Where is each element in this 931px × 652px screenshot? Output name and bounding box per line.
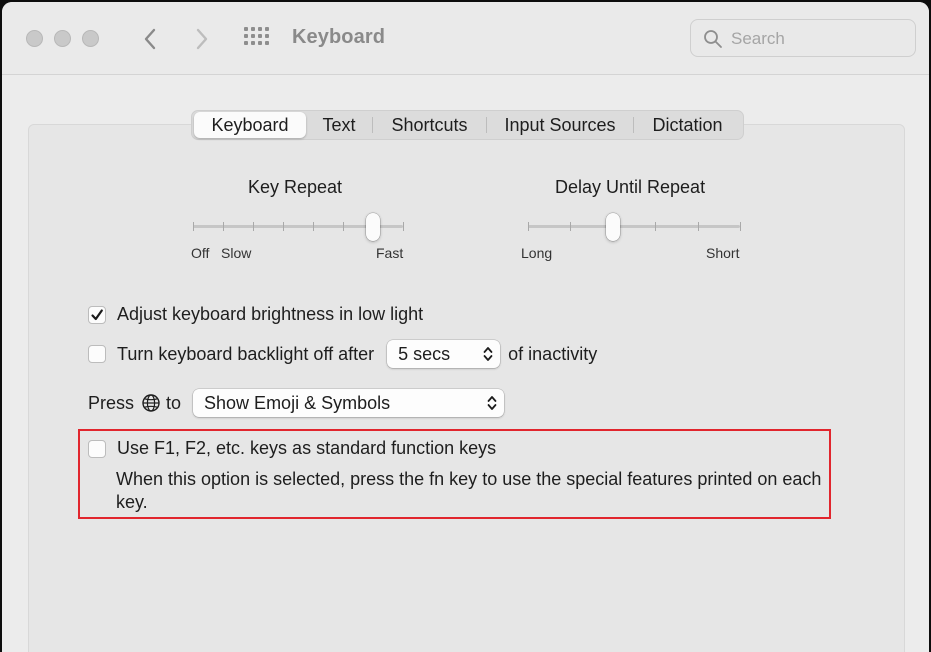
search-input[interactable] [731,28,906,50]
delay-until-repeat-slider[interactable] [525,210,743,244]
slider-tick [655,222,657,231]
chevron-left-icon [144,28,156,50]
forward-button[interactable] [185,22,219,56]
window-title: Keyboard [292,26,386,48]
key-repeat-off-label: Off [191,245,210,261]
tab-input-sources[interactable]: Input Sources [487,112,633,138]
press-label: Press [88,392,135,413]
show-all-grid-icon[interactable] [244,26,272,50]
slider-tick [740,222,741,231]
slider-tick [223,222,224,231]
tab-bar: Keyboard Text Shortcuts Input Sources Di… [191,110,744,140]
backlight-timeout-value: 5 secs [398,343,451,364]
minimize-window-button[interactable] [54,30,71,47]
brightness-label: Adjust keyboard brightness in low light [117,304,424,324]
slider-knob[interactable] [366,213,380,241]
key-repeat-title: Key Repeat [248,177,343,197]
key-repeat-slider[interactable] [190,210,406,244]
slider-tick [193,222,194,231]
chevron-right-icon [196,28,208,50]
search-field[interactable] [690,19,916,57]
slider-knob[interactable] [605,213,620,241]
key-repeat-slow-label: Slow [221,245,252,261]
delay-short-label: Short [706,245,740,261]
press-to-label: to [166,392,182,413]
slider-tick [283,222,284,231]
search-icon [704,30,722,48]
brightness-checkbox[interactable] [88,305,106,324]
slider-tick [403,222,404,231]
back-button[interactable] [133,22,167,56]
backlight-label: Turn keyboard backlight off after [117,343,375,364]
globe-key-option: Press to Show Emoji & Symbols [88,389,505,417]
tab-dictation[interactable]: Dictation [634,112,741,138]
delay-until-repeat-title: Delay Until Repeat [555,177,706,197]
backlight-suffix: of inactivity [508,343,598,364]
function-keys-description: When this option is selected, press the … [116,469,822,512]
slider-tick [253,222,254,231]
updown-chevron-icon [487,396,497,410]
slider-tick [343,222,344,231]
toolbar: Keyboard [2,2,929,75]
backlight-checkbox[interactable] [88,345,106,363]
tab-shortcuts[interactable]: Shortcuts [373,112,486,138]
function-keys-option: Use F1, F2, etc. keys as standard functi… [88,438,496,459]
close-window-button[interactable] [26,30,43,47]
globe-action-select[interactable]: Show Emoji & Symbols [193,389,505,417]
backlight-option: Turn keyboard backlight off after 5 secs… [88,340,597,368]
zoom-window-button[interactable] [82,30,99,47]
backlight-timeout-select[interactable]: 5 secs [387,340,501,368]
function-keys-checkbox[interactable] [88,439,106,458]
delay-long-label: Long [521,245,553,261]
tab-text[interactable]: Text [306,112,372,138]
checkmark-icon [91,308,103,320]
slider-tick [528,222,529,231]
content-panel [28,124,905,652]
updown-chevron-icon [483,347,493,361]
key-repeat-fast-label: Fast [376,245,404,261]
tab-keyboard[interactable]: Keyboard [194,112,306,138]
slider-tick [570,222,572,231]
slider-tick [697,222,699,231]
preferences-window: Keyboard Keyboard Text Shortcuts Input S… [2,2,929,652]
slider-tick [313,222,314,231]
function-keys-label: Use F1, F2, etc. keys as standard functi… [117,438,497,458]
globe-action-value: Show Emoji & Symbols [204,392,391,413]
brightness-option: Adjust keyboard brightness in low light [88,304,423,325]
globe-icon [142,394,160,412]
